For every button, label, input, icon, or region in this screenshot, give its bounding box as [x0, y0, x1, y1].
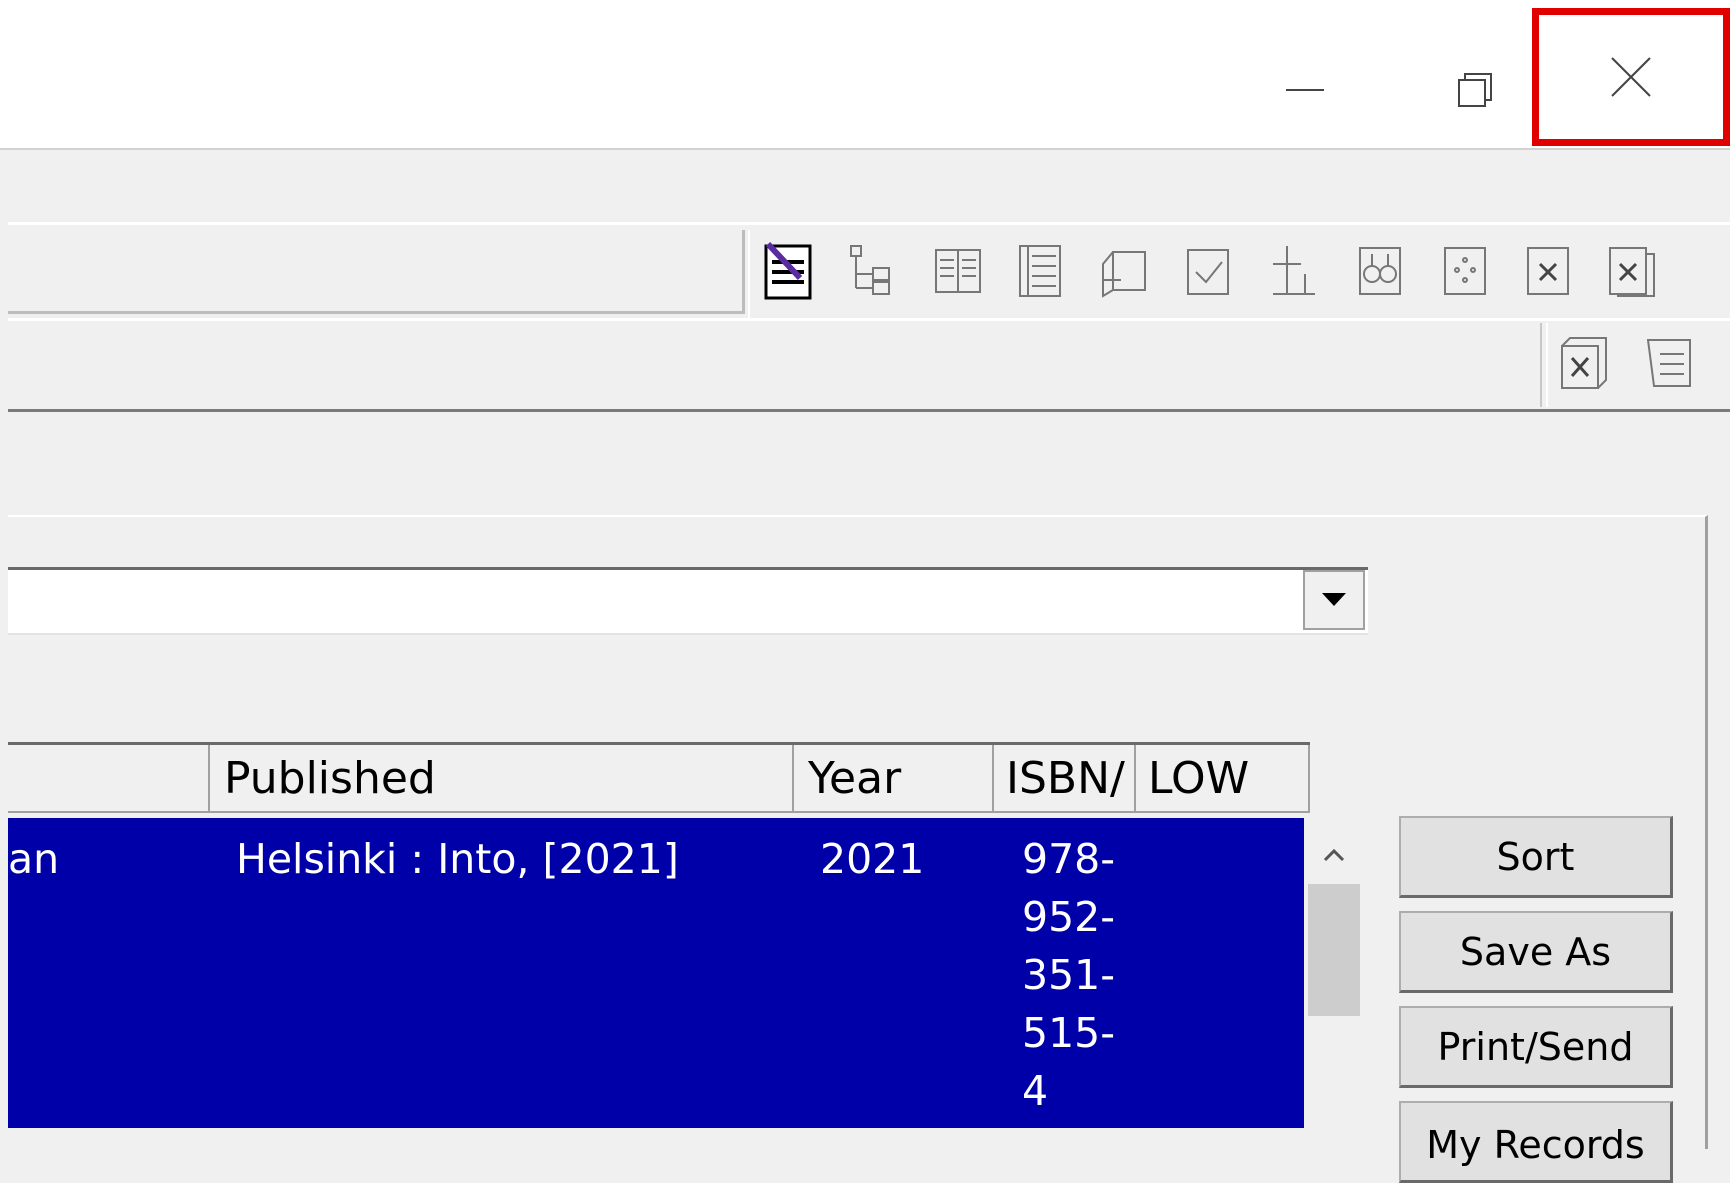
cell-isbn-line: 351- [1022, 951, 1116, 999]
column-header-low[interactable]: LOW [1136, 745, 1310, 813]
cell-isbn-line: 515- [1022, 1009, 1116, 1057]
delete-icon[interactable] [1520, 240, 1578, 302]
toolbar2-separator [1540, 323, 1548, 407]
check-icon[interactable] [1180, 240, 1238, 302]
table-header: Published Year ISBN/ LOW [8, 742, 1310, 817]
chevron-up-icon [1323, 848, 1345, 862]
search-binoculars-icon[interactable] [1352, 240, 1410, 302]
save-as-button[interactable]: Save As [1399, 911, 1673, 993]
cell-title: an [8, 835, 60, 883]
column-header-year[interactable]: Year [794, 745, 994, 813]
restore-icon [1458, 73, 1492, 107]
combobox-dropdown-button[interactable] [1303, 570, 1365, 630]
close-record-icon[interactable] [1556, 332, 1614, 394]
restore-button[interactable] [1405, 40, 1545, 140]
edit-record-icon[interactable] [760, 240, 818, 302]
move-icon[interactable] [1437, 240, 1495, 302]
full-view-icon[interactable] [1012, 240, 1070, 302]
toolbar-secondary [8, 320, 1730, 412]
chevron-down-icon [1322, 593, 1346, 606]
minimize-button[interactable] [1235, 40, 1375, 140]
toolbar-left-area [8, 230, 745, 314]
print-send-button[interactable]: Print/Send [1399, 1006, 1673, 1088]
column-header-published[interactable]: Published [210, 745, 794, 813]
close-button[interactable] [1532, 8, 1730, 146]
cell-isbn-line: 4 [1022, 1067, 1049, 1115]
table-row[interactable]: an Helsinki : Into, [2021] 2021 978- 952… [8, 818, 1304, 1128]
export-icon[interactable] [1095, 240, 1153, 302]
my-records-button[interactable]: My Records [1399, 1101, 1673, 1183]
cell-isbn-line: 952- [1022, 893, 1116, 941]
cell-published: Helsinki : Into, [2021] [236, 835, 679, 883]
toolbar-top-edge [8, 222, 1730, 225]
search-combobox[interactable] [8, 567, 1368, 635]
cell-isbn-line: 978- [1022, 835, 1116, 883]
scroll-up-button[interactable] [1304, 830, 1364, 880]
delete-all-icon[interactable] [1604, 240, 1662, 302]
toolbar-separator [748, 230, 754, 318]
list-record-icon[interactable] [1640, 332, 1698, 394]
column-header-title[interactable] [8, 745, 210, 813]
close-icon [1611, 57, 1651, 97]
cell-year: 2021 [820, 835, 925, 883]
toolbar2-top-edge [8, 318, 1730, 321]
scrollbar-thumb[interactable] [1308, 884, 1360, 1016]
column-header-isbn[interactable]: ISBN/ [994, 745, 1136, 813]
minimize-icon [1286, 89, 1324, 91]
sort-button[interactable]: Sort [1399, 816, 1673, 898]
tree-view-icon[interactable] [843, 240, 901, 302]
split-icon[interactable] [1265, 240, 1323, 302]
brief-view-icon[interactable] [930, 240, 988, 302]
